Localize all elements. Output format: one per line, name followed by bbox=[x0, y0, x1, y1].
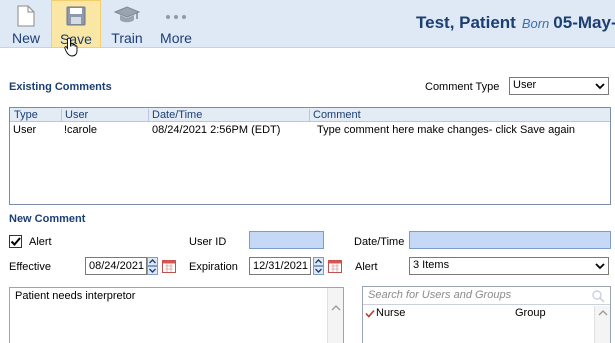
column-header-datetime[interactable]: Date/Time bbox=[148, 109, 202, 122]
cell-datetime: 08/24/2021 2:56PM (EDT) bbox=[152, 124, 281, 136]
list-item[interactable]: Nurse Group bbox=[363, 306, 610, 320]
more-dots-icon bbox=[166, 15, 186, 19]
users-scrollbar[interactable] bbox=[594, 306, 610, 343]
cell-type: User bbox=[13, 124, 37, 136]
search-icon[interactable] bbox=[591, 289, 605, 303]
datetime-label: Date/Time bbox=[354, 236, 405, 248]
effective-label: Effective bbox=[9, 261, 51, 273]
column-header-comment[interactable]: Comment bbox=[309, 109, 361, 122]
user-id-label: User ID bbox=[189, 236, 227, 248]
checkmark-icon bbox=[10, 237, 21, 246]
cell-comment: Type comment here make changes- click Sa… bbox=[317, 124, 576, 136]
cell-user: !carole bbox=[64, 124, 98, 136]
chevron-down-icon bbox=[595, 263, 605, 270]
expiration-date-input[interactable]: 12/31/2021 bbox=[249, 257, 311, 275]
scroll-up-icon[interactable] bbox=[328, 303, 344, 313]
datetime-input[interactable] bbox=[409, 231, 611, 249]
users-groups-panel: Search for Users and Groups Nurse Group bbox=[362, 286, 611, 343]
graduation-cap-icon bbox=[114, 6, 140, 23]
checkmark-icon[interactable] bbox=[365, 309, 375, 318]
column-header-user[interactable]: User bbox=[61, 109, 88, 122]
alert-checkbox[interactable] bbox=[9, 235, 22, 248]
textarea-scrollbar[interactable] bbox=[327, 288, 343, 343]
expiration-spinner-icon[interactable] bbox=[313, 257, 324, 275]
patient-name: Test, Patient bbox=[416, 13, 516, 32]
hand-cursor-icon bbox=[64, 37, 78, 57]
alert-select[interactable]: 3 Items bbox=[409, 257, 609, 275]
train-button[interactable]: Train bbox=[104, 0, 150, 48]
effective-spinner-icon[interactable] bbox=[147, 257, 158, 275]
comment-type-select[interactable]: User bbox=[509, 77, 609, 95]
train-label: Train bbox=[111, 30, 143, 46]
comment-type-label: Comment Type bbox=[425, 81, 500, 93]
scroll-up-icon[interactable] bbox=[595, 308, 611, 318]
user-group-name: Nurse bbox=[376, 307, 406, 319]
existing-comments-title: Existing Comments bbox=[9, 81, 112, 93]
alert-label: Alert bbox=[29, 236, 52, 248]
comment-textarea[interactable]: Patient needs interpretor bbox=[9, 287, 344, 343]
new-button[interactable]: New bbox=[4, 0, 48, 48]
more-label: More bbox=[160, 30, 192, 46]
alert-select-label: Alert bbox=[355, 261, 378, 273]
user-group-kind: Group bbox=[515, 307, 546, 319]
column-header-type[interactable]: Type bbox=[14, 109, 38, 121]
table-header: Type User Date/Time Comment bbox=[10, 108, 610, 122]
effective-date-input[interactable]: 08/24/2021 bbox=[85, 257, 147, 275]
new-document-icon bbox=[17, 5, 35, 27]
expiration-label: Expiration bbox=[189, 261, 238, 273]
floppy-disk-icon bbox=[66, 6, 86, 26]
comment-text: Patient needs interpretor bbox=[15, 290, 136, 302]
more-button[interactable]: More bbox=[153, 0, 199, 48]
new-label: New bbox=[11, 30, 40, 46]
toolbar: New Save Train More Test, Patient Born 05-… bbox=[0, 0, 615, 57]
born-label: Born bbox=[521, 16, 550, 31]
alert-select-value: 3 Items bbox=[413, 259, 450, 271]
comment-type-value: User bbox=[513, 79, 537, 91]
calendar-icon[interactable] bbox=[162, 259, 176, 273]
patient-dob: 05-May-1 bbox=[553, 13, 615, 32]
calendar-icon[interactable] bbox=[328, 259, 342, 273]
new-comment-title: New Comment bbox=[9, 213, 86, 225]
user-id-input[interactable] bbox=[249, 231, 324, 249]
comments-table: Type User Date/Time Comment User !carole… bbox=[9, 107, 611, 205]
chevron-down-icon bbox=[595, 83, 605, 90]
patient-header: Test, Patient Born05-May-1 bbox=[416, 13, 615, 33]
users-search-input[interactable]: Search for Users and Groups bbox=[363, 287, 610, 305]
